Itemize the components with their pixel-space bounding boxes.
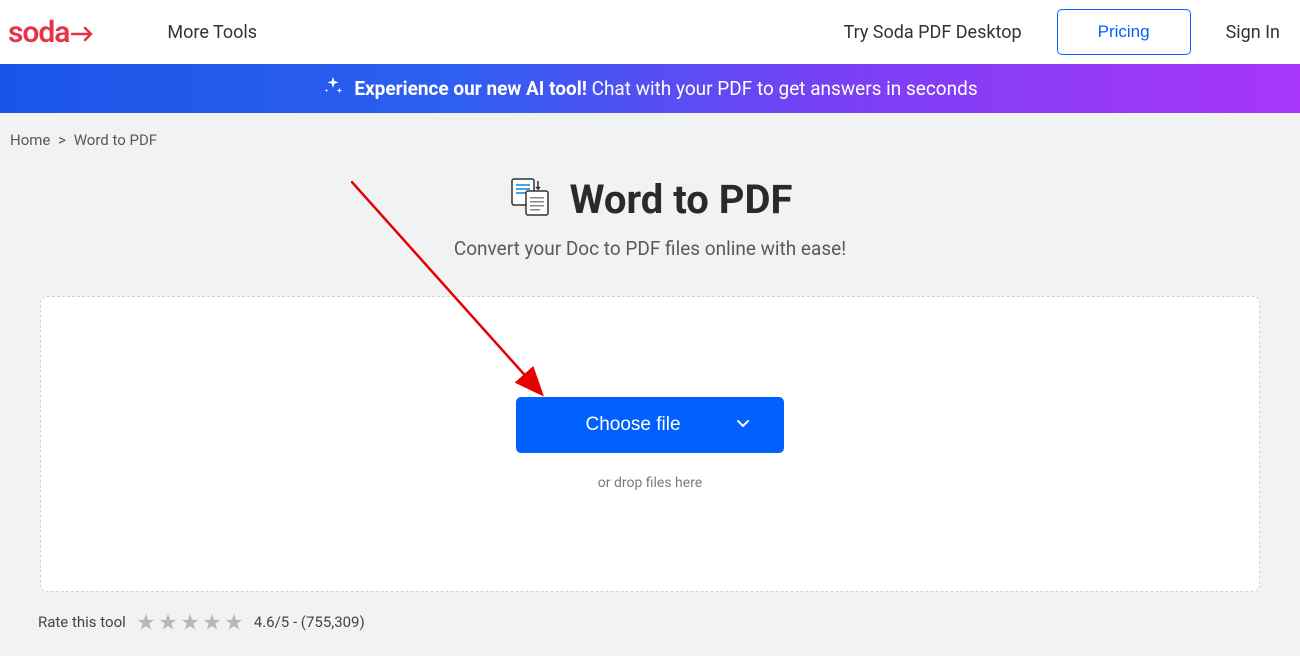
rate-label: Rate this tool [38,613,126,631]
page-subtitle: Convert your Doc to PDF files online wit… [0,237,1300,260]
drop-area[interactable]: Choose file or drop files here [40,296,1260,592]
banner-rest: Chat with your PDF to get answers in sec… [592,77,978,100]
signin-link[interactable]: Sign In [1226,22,1280,43]
main-content: Word to PDF Convert your Doc to PDF file… [0,175,1300,592]
star-icon[interactable] [224,612,244,632]
header: soda More Tools Try Soda PDF Desktop Pri… [0,0,1300,64]
chevron-down-icon [736,414,750,436]
rating-text: 4.6/5 - (755,309) [254,613,365,631]
stars[interactable] [136,612,244,632]
drop-hint: or drop files here [598,475,702,491]
breadcrumb: Home > Word to PDF [0,113,1300,167]
logo[interactable]: soda [8,15,97,50]
star-icon[interactable] [180,612,200,632]
choose-file-label: Choose file [585,414,680,436]
choose-file-button[interactable]: Choose file [516,397,784,453]
breadcrumb-home[interactable]: Home [10,131,50,149]
more-tools-link[interactable]: More Tools [167,22,257,43]
ai-banner[interactable]: Experience our new AI tool! Chat with yo… [0,64,1300,113]
sparkle-icon [322,75,344,102]
header-right: Try Soda PDF Desktop Pricing Sign In [843,9,1280,55]
banner-text: Experience our new AI tool! Chat with yo… [354,77,977,100]
title-row: Word to PDF [0,175,1300,223]
try-desktop-link[interactable]: Try Soda PDF Desktop [843,22,1021,43]
star-icon[interactable] [202,612,222,632]
banner-bold: Experience our new AI tool! [354,77,587,100]
pricing-button[interactable]: Pricing [1057,9,1191,55]
word-to-pdf-icon [508,175,552,223]
star-icon[interactable] [158,612,178,632]
rating-row: Rate this tool 4.6/5 - (755,309) [0,592,1300,632]
logo-text: soda [8,15,69,50]
star-icon[interactable] [136,612,156,632]
breadcrumb-sep: > [58,131,66,149]
page-title: Word to PDF [570,176,793,223]
breadcrumb-current: Word to PDF [74,131,157,149]
arrow-icon [71,15,97,50]
